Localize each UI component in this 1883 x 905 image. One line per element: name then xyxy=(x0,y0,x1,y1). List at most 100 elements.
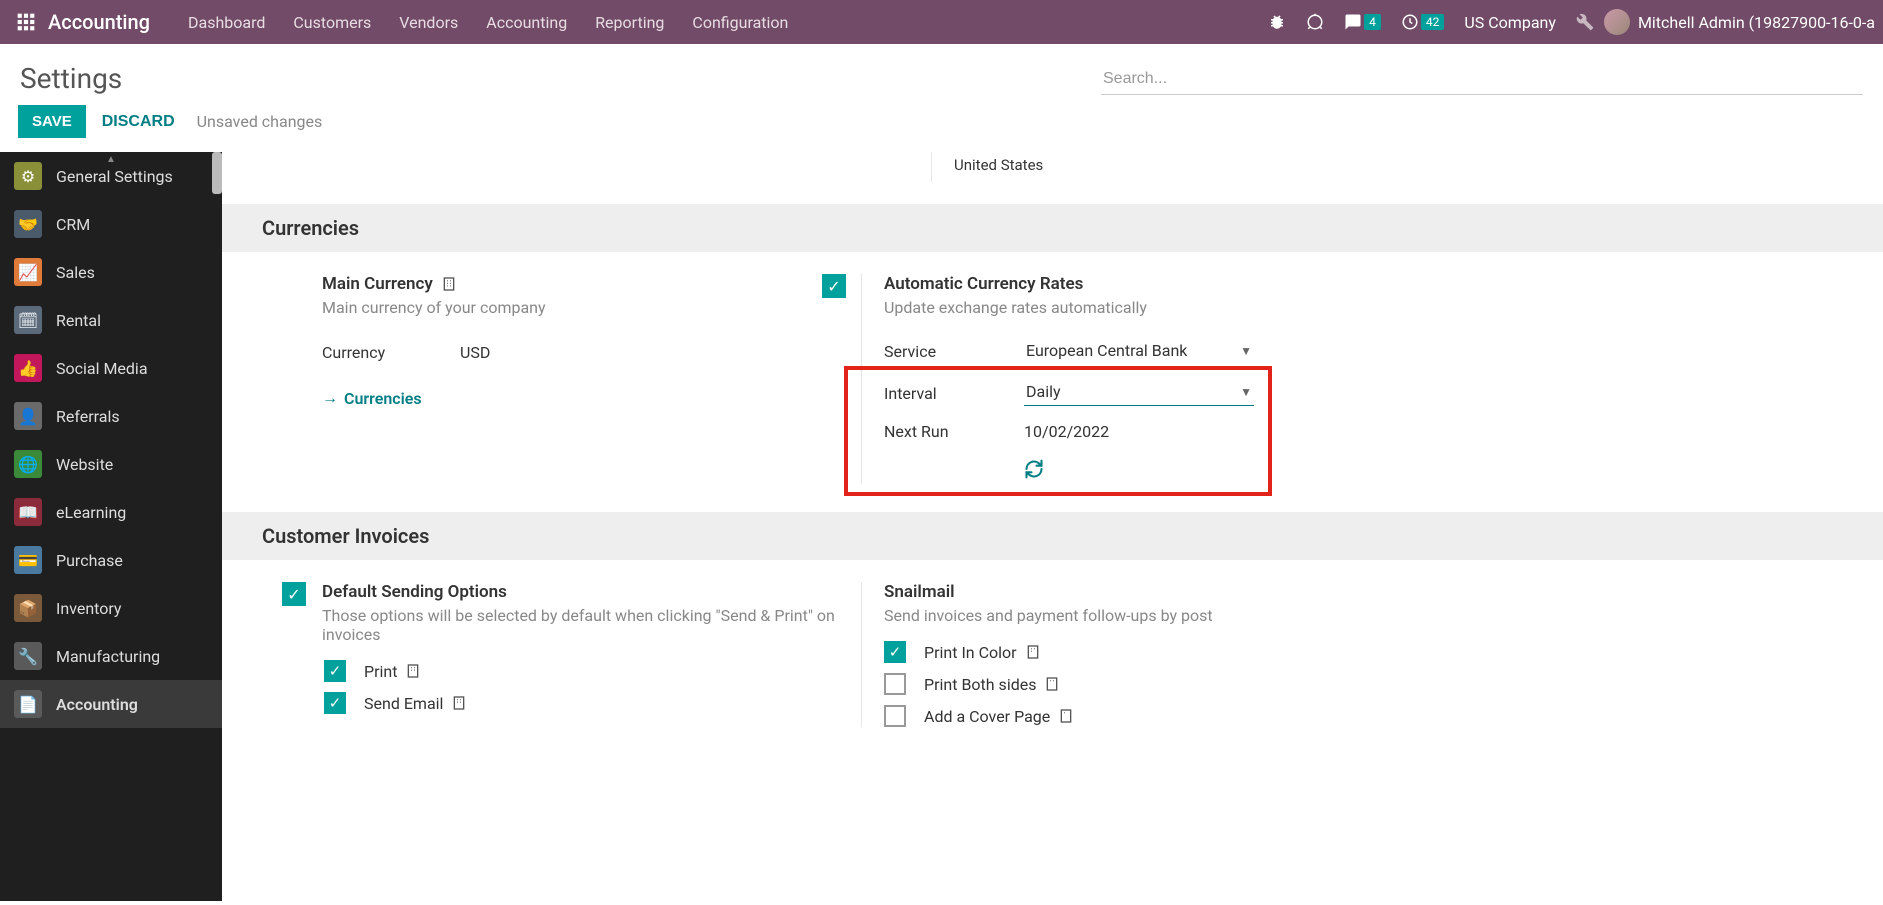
person-icon: 👤 xyxy=(14,402,42,430)
print-both-checkbox[interactable] xyxy=(884,673,906,695)
nav-customers[interactable]: Customers xyxy=(293,13,371,32)
print-color-checkbox[interactable]: ✓ xyxy=(884,641,906,663)
building-icon xyxy=(1058,708,1074,724)
sidebar-item-label: eLearning xyxy=(56,503,126,522)
sidebar-item-label: Website xyxy=(56,455,113,474)
scroll-up-icon[interactable]: ▲ xyxy=(106,154,116,165)
sidebar-item-referrals[interactable]: 👤 Referrals xyxy=(0,392,222,440)
user-name: Mitchell Admin (19827900-16-0-a xyxy=(1638,13,1875,32)
nextrun-label: Next Run xyxy=(884,422,1024,441)
sidebar-item-social-media[interactable]: 👍Social Media xyxy=(0,344,222,392)
building-icon xyxy=(441,276,457,292)
sidebar-item-label: General Settings xyxy=(56,167,173,186)
support-icon[interactable] xyxy=(1306,13,1324,31)
print-both-label: Print Both sides xyxy=(924,675,1060,694)
page-title: Settings xyxy=(20,62,122,95)
cover-page-label: Add a Cover Page xyxy=(924,707,1074,726)
nav-accounting[interactable]: Accounting xyxy=(486,13,567,32)
sidebar-item-rental[interactable]: 🗓 Rental xyxy=(0,296,222,344)
sidebar-item-sales[interactable]: 📈 Sales xyxy=(0,248,222,296)
sidebar-scrollbar[interactable] xyxy=(212,152,222,194)
save-button[interactable]: SAVE xyxy=(18,105,86,138)
settings-content: United States Currencies Main Currency M… xyxy=(222,152,1883,901)
gear-icon: ⚙ xyxy=(14,162,42,190)
user-menu[interactable]: Mitchell Admin (19827900-16-0-a xyxy=(1604,9,1875,35)
building-icon xyxy=(405,663,421,679)
snailmail-title: Snailmail xyxy=(884,582,1853,602)
nav-reporting[interactable]: Reporting xyxy=(595,13,664,32)
caret-down-icon: ▼ xyxy=(1240,385,1252,399)
book-icon: 📖 xyxy=(14,498,42,526)
sidebar-item-label: Rental xyxy=(56,311,101,330)
nextrun-value[interactable]: 10/02/2022 xyxy=(1024,422,1109,441)
auto-rates-checkbox[interactable]: ✓ xyxy=(822,274,846,298)
nav-configuration[interactable]: Configuration xyxy=(692,13,788,32)
interval-select[interactable]: Daily ▼ xyxy=(1024,380,1254,406)
sidebar-item-label: Inventory xyxy=(56,599,122,618)
print-checkbox[interactable]: ✓ xyxy=(324,660,346,682)
currency-value[interactable]: USD xyxy=(460,343,490,362)
calendar-icon: 🗓 xyxy=(14,306,42,334)
unsaved-indicator: Unsaved changes xyxy=(197,112,323,131)
refresh-icon[interactable] xyxy=(1024,459,1044,484)
box-icon: 📦 xyxy=(14,594,42,622)
globe-icon: 🌐 xyxy=(14,450,42,478)
sidebar-item-purchase[interactable]: 💳 Purchase xyxy=(0,536,222,584)
interval-label: Interval xyxy=(884,384,1024,403)
send-email-checkbox[interactable]: ✓ xyxy=(324,692,346,714)
thumb-icon: 👍 xyxy=(14,354,42,382)
auto-rates-title: Automatic Currency Rates xyxy=(884,274,1853,294)
avatar xyxy=(1604,9,1630,35)
app-brand[interactable]: Accounting xyxy=(48,10,150,34)
messages-icon[interactable]: 4 xyxy=(1344,13,1381,31)
settings-sidebar: ▲ ⚙ General Settings 🤝 CRM 📈 Sales 🗓 Rental 👍Soc… xyxy=(0,152,222,901)
search-input[interactable] xyxy=(1101,64,1863,95)
sidebar-item-manufacturing[interactable]: 🔧 Manufacturing xyxy=(0,632,222,680)
service-select[interactable]: European Central Bank ▼ xyxy=(1024,339,1254,364)
cover-page-checkbox[interactable] xyxy=(884,705,906,727)
sidebar-item-label: Referrals xyxy=(56,407,120,426)
card-icon: 💳 xyxy=(14,546,42,574)
nav-dashboard[interactable]: Dashboard xyxy=(188,13,265,32)
sidebar-item-inventory[interactable]: 📦 Inventory xyxy=(0,584,222,632)
sidebar-item-label: Accounting xyxy=(56,695,138,714)
chart-icon: 📈 xyxy=(14,258,42,286)
send-email-label: Send Email xyxy=(364,694,467,713)
auto-rates-desc: Update exchange rates automatically xyxy=(884,298,1853,317)
currencies-link[interactable]: → Currencies xyxy=(322,388,422,408)
company-switcher[interactable]: US Company xyxy=(1464,13,1556,32)
service-label: Service xyxy=(884,342,1024,361)
sidebar-item-label: CRM xyxy=(56,215,90,234)
main-currency-desc: Main currency of your company xyxy=(322,298,835,317)
section-invoices-header: Customer Invoices xyxy=(222,512,1883,560)
currency-label: Currency xyxy=(322,343,460,362)
sidebar-item-label: Manufacturing xyxy=(56,647,160,666)
print-label: Print xyxy=(364,662,421,681)
building-icon xyxy=(451,695,467,711)
activities-icon[interactable]: 42 xyxy=(1401,13,1445,31)
discard-button[interactable]: DISCARD xyxy=(102,113,175,131)
default-sending-desc: Those options will be selected by defaul… xyxy=(322,606,835,644)
sidebar-item-label: Purchase xyxy=(56,551,123,570)
country-value: United States xyxy=(954,156,1043,174)
handshake-icon: 🤝 xyxy=(14,210,42,238)
snailmail-desc: Send invoices and payment follow-ups by … xyxy=(884,606,1853,625)
default-sending-checkbox[interactable]: ✓ xyxy=(282,582,306,606)
debug-icon[interactable] xyxy=(1268,13,1286,31)
activities-badge: 42 xyxy=(1421,14,1445,30)
action-bar: SAVE DISCARD Unsaved changes xyxy=(0,95,1883,152)
arrow-right-icon: → xyxy=(322,388,338,408)
building-icon xyxy=(1025,644,1041,660)
tools-icon[interactable] xyxy=(1576,13,1594,31)
sidebar-item-elearning[interactable]: 📖 eLearning xyxy=(0,488,222,536)
sidebar-item-website[interactable]: 🌐 Website xyxy=(0,440,222,488)
main-currency-title: Main Currency xyxy=(322,274,835,294)
sidebar-item-crm[interactable]: 🤝 CRM xyxy=(0,200,222,248)
sidebar-item-label: Sales xyxy=(56,263,95,282)
wrench-icon: 🔧 xyxy=(14,642,42,670)
doc-icon: 📄 xyxy=(14,690,42,718)
nav-vendors[interactable]: Vendors xyxy=(399,13,458,32)
sidebar-item-accounting[interactable]: 📄 Accounting xyxy=(0,680,222,728)
print-color-label: Print In Color xyxy=(924,643,1041,662)
apps-icon[interactable] xyxy=(16,12,36,32)
